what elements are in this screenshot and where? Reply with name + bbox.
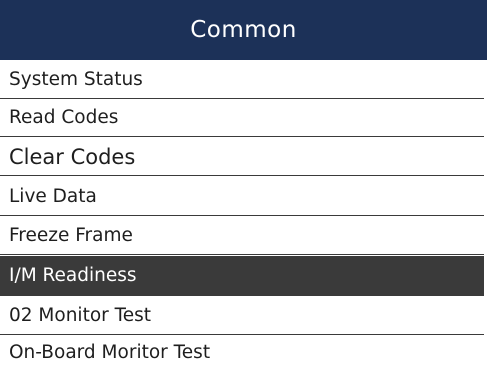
menu-item-clear-codes[interactable]: Clear Codes	[0, 138, 484, 176]
menu-item-o2-monitor-test[interactable]: 02 Monitor Test	[0, 297, 484, 335]
menu-item-live-data[interactable]: Live Data	[0, 178, 484, 216]
menu-item-im-readiness[interactable]: I/M Readiness	[0, 256, 484, 296]
menu-item-freeze-frame[interactable]: Freeze Frame	[0, 217, 484, 255]
header-bar: Common	[0, 0, 487, 60]
menu-item-system-status[interactable]: System Status	[0, 61, 484, 99]
right-edge-strip	[484, 61, 489, 370]
page-title: Common	[190, 17, 297, 43]
diagnostic-screen: Common System Status Read Codes Clear Co…	[0, 0, 489, 370]
menu-item-on-board-monitor-test[interactable]: On-Board Moritor Test	[0, 336, 484, 370]
menu-item-read-codes[interactable]: Read Codes	[0, 99, 484, 137]
menu-list: System Status Read Codes Clear Codes Liv…	[0, 61, 484, 370]
